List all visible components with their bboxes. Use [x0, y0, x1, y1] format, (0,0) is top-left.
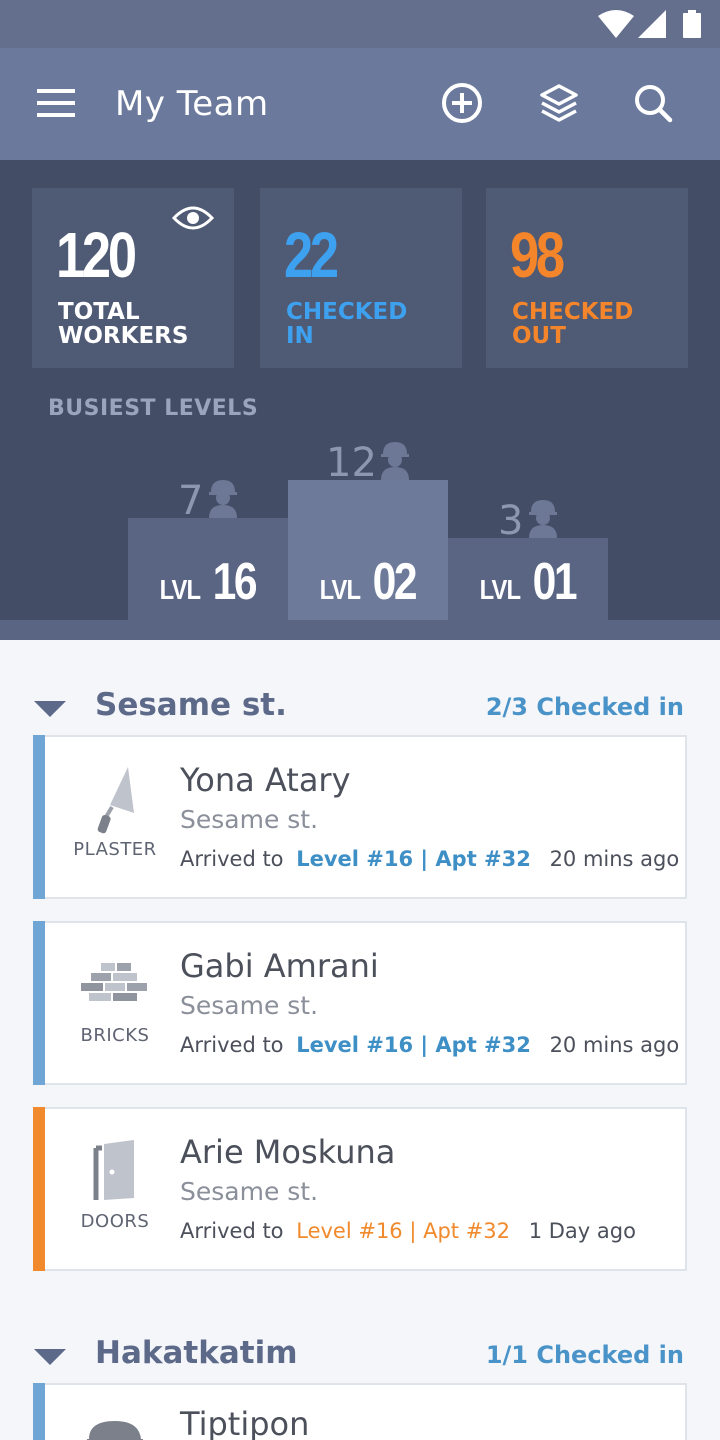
arrival-info: Arrived to Level #16 | Apt #32 20 mins a…	[180, 847, 679, 871]
hamburger-icon	[37, 89, 75, 117]
bricks-icon	[77, 951, 153, 1021]
layers-icon	[540, 84, 578, 122]
arrival-info: Arrived to Level #16 | Apt #32 20 mins a…	[180, 1033, 679, 1057]
worker-site: Sesame st.	[180, 991, 319, 1020]
search-button[interactable]	[628, 78, 678, 128]
add-button[interactable]	[437, 78, 487, 128]
arrival-time: 1 Day ago	[528, 1219, 636, 1243]
checked-out-card[interactable]: 98 CHECKED OUT	[486, 188, 688, 368]
search-icon	[635, 85, 673, 123]
trowel-icon	[77, 765, 153, 835]
checked-in-value: 22	[284, 219, 339, 291]
level-prefix: LVL	[479, 574, 521, 605]
arrival-label: Arrived to	[180, 847, 284, 871]
status-bar	[0, 0, 720, 48]
arrival-location[interactable]: Level #16 | Apt #32	[296, 847, 531, 871]
worker-card[interactable]: Tiptipon	[33, 1383, 687, 1440]
page-title: My Team	[115, 84, 269, 124]
section-title: Sesame st.	[95, 687, 287, 723]
status-bar-indicator	[33, 1107, 45, 1271]
collapse-triangle-icon[interactable]	[34, 1349, 66, 1367]
section-checked-count: 1/1 Checked in	[485, 1341, 684, 1369]
arrival-label: Arrived to	[180, 1033, 284, 1057]
status-bar-indicator	[33, 1383, 45, 1440]
menu-button[interactable]	[31, 78, 81, 128]
door-icon	[77, 1137, 153, 1207]
status-bar-indicator	[33, 735, 45, 899]
worker-site: Sesame st.	[180, 1177, 319, 1206]
battery-icon	[683, 10, 701, 38]
arrival-time: 20 mins ago	[549, 847, 680, 871]
level-number: 01	[532, 553, 578, 611]
level-number: 16	[212, 553, 258, 611]
level-number: 02	[372, 553, 418, 611]
level-prefix: LVL	[159, 574, 201, 605]
worker-name: Tiptipon	[180, 1405, 310, 1440]
trade-label: BRICKS	[80, 1025, 150, 1046]
section-header[interactable]: Sesame st. 2/3 Checked in	[0, 683, 720, 733]
layers-button[interactable]	[534, 78, 584, 128]
checked-out-label: CHECKED OUT	[512, 299, 634, 349]
worker-icon	[529, 500, 557, 538]
trade-label: PLASTER	[73, 839, 157, 860]
podium-level-02[interactable]: LVL 02	[288, 480, 448, 620]
wifi-icon	[598, 10, 634, 38]
eye-icon[interactable]	[172, 204, 214, 232]
level-prefix: LVL	[319, 574, 361, 605]
total-workers-value: 120	[56, 219, 137, 291]
section-title: Hakatkatim	[95, 1335, 298, 1371]
section-header[interactable]: Hakatkatim 1/1 Checked in	[0, 1331, 720, 1381]
arrival-info: Arrived to Level #16 | Apt #32 1 Day ago	[180, 1219, 636, 1243]
collapse-triangle-icon[interactable]	[34, 701, 66, 719]
checked-out-value: 98	[510, 219, 565, 291]
checked-in-card[interactable]: 22 CHECKED IN	[260, 188, 462, 368]
trade-label: DOORS	[80, 1211, 150, 1232]
cell-signal-icon	[638, 10, 666, 38]
arrival-location[interactable]: Level #16 | Apt #32	[296, 1219, 510, 1243]
plus-circle-icon	[442, 83, 482, 123]
status-bar-indicator	[33, 921, 45, 1085]
helmet-icon	[77, 1415, 153, 1440]
worker-name: Yona Atary	[180, 761, 351, 799]
checked-in-label: CHECKED IN	[286, 299, 408, 349]
dashboard-divider	[0, 620, 720, 640]
total-workers-card[interactable]: 120 TOTAL WORKERS	[32, 188, 234, 368]
busiest-levels-title: BUSIEST LEVELS	[48, 396, 259, 421]
podium-level-01[interactable]: LVL 01	[448, 538, 608, 620]
total-workers-label: TOTAL WORKERS	[58, 299, 189, 349]
arrival-time: 20 mins ago	[549, 1033, 680, 1057]
podium-level-16[interactable]: LVL 16	[128, 518, 288, 620]
worker-icon	[381, 442, 409, 480]
worker-card[interactable]: DOORS Arie Moskuna Sesame st. Arrived to…	[33, 1107, 687, 1271]
worker-site: Sesame st.	[180, 805, 319, 834]
worker-name: Arie Moskuna	[180, 1133, 396, 1171]
worker-icon	[209, 480, 237, 518]
worker-name: Gabi Amrani	[180, 947, 379, 985]
dashboard-panel: 120 TOTAL WORKERS 22 CHECKED IN 98 CHECK…	[0, 160, 720, 640]
app-bar: My Team	[0, 48, 720, 160]
worker-card[interactable]: BRICKS Gabi Amrani Sesame st. Arrived to…	[33, 921, 687, 1085]
worker-card[interactable]: PLASTER Yona Atary Sesame st. Arrived to…	[33, 735, 687, 899]
arrival-label: Arrived to	[180, 1219, 284, 1243]
section-checked-count: 2/3 Checked in	[485, 693, 684, 721]
arrival-location[interactable]: Level #16 | Apt #32	[296, 1033, 531, 1057]
